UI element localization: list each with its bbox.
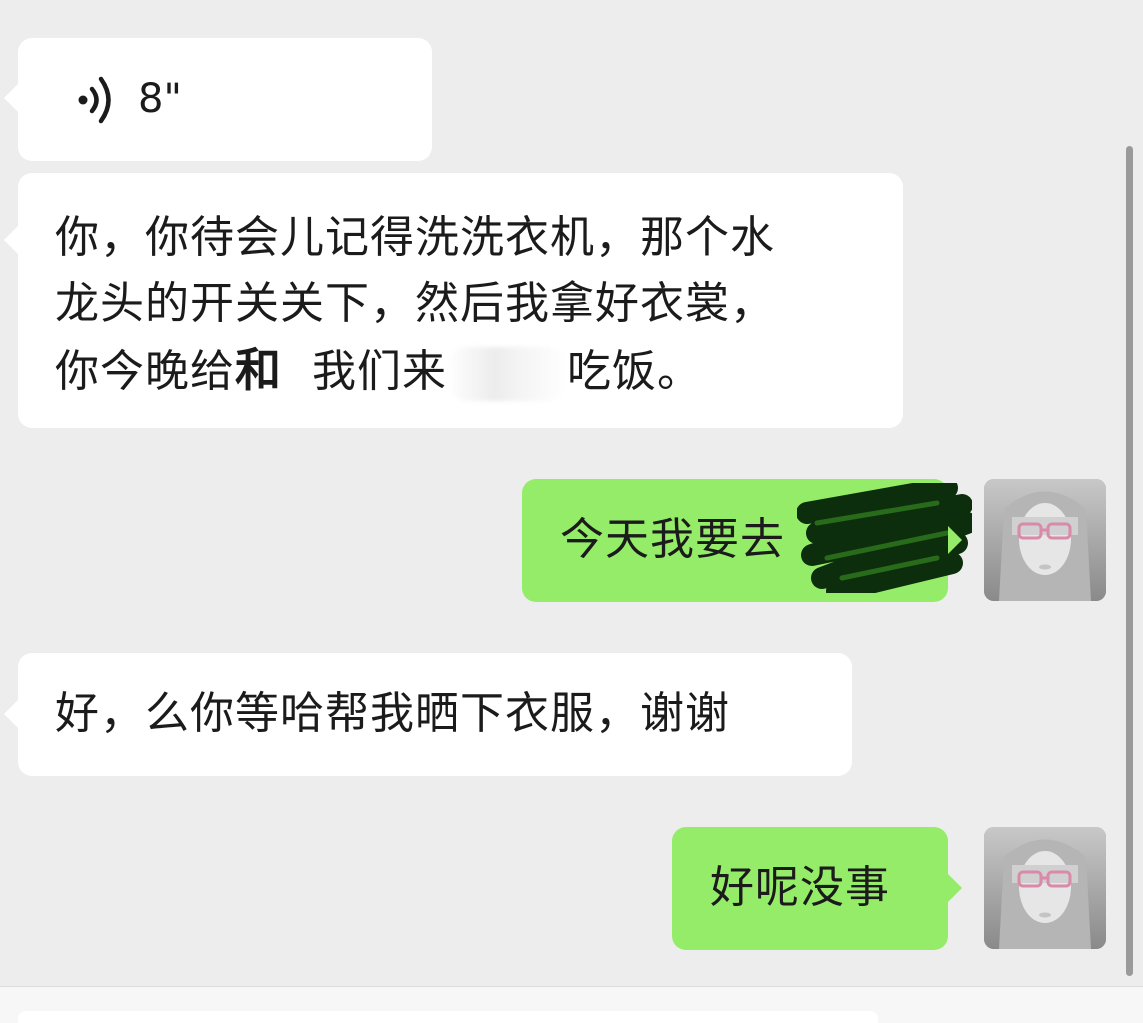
message-bubble-outgoing[interactable]: 好呢没事 xyxy=(672,827,948,950)
message-text: 我们来 xyxy=(311,346,447,397)
user-avatar[interactable] xyxy=(984,479,1106,601)
bubble-tail xyxy=(948,526,962,554)
input-bar xyxy=(0,986,1143,1023)
bubble-tail xyxy=(4,226,18,254)
message-text-line: 你，你待会儿记得洗洗衣机，那个水 xyxy=(55,212,775,263)
message-text-line: 你今晚给和 我们来 吃饭。 xyxy=(55,337,867,405)
voice-message-bubble[interactable]: 8" xyxy=(18,38,432,161)
scrollbar[interactable] xyxy=(1126,146,1133,976)
message-text: 好，么你等哈帮我晒下衣服，谢谢 xyxy=(55,688,730,739)
bubble-tail xyxy=(4,84,18,112)
bubble-tail xyxy=(4,700,18,728)
message-text: 你今晚给 xyxy=(55,346,235,397)
voice-duration: 8" xyxy=(138,76,182,122)
voice-wave-icon xyxy=(78,76,111,124)
message-text: 好呢没事 xyxy=(710,862,890,913)
message-text: 今天我要去 xyxy=(560,514,785,565)
redaction-scribble xyxy=(797,483,972,593)
message-text: 吃饭。 xyxy=(566,346,702,397)
avatar-image xyxy=(984,479,1106,601)
chat-window: 8" 你，你待会儿记得洗洗衣机，那个水 龙头的开关关下，然后我拿好衣裳， 你今晚… xyxy=(0,0,1143,1023)
user-avatar[interactable] xyxy=(984,827,1106,949)
message-text-bold: 和 xyxy=(235,343,282,397)
avatar-image xyxy=(984,827,1106,949)
message-text-line: 龙头的开关关下，然后我拿好衣裳， xyxy=(55,278,775,329)
redaction-smudge xyxy=(446,347,567,401)
message-input[interactable] xyxy=(18,1011,878,1023)
message-bubble-outgoing[interactable]: 今天我要去 xyxy=(522,479,972,602)
message-bubble[interactable]: 你，你待会儿记得洗洗衣机，那个水 龙头的开关关下，然后我拿好衣裳， 你今晚给和 … xyxy=(18,173,903,428)
bubble-tail xyxy=(948,874,962,902)
message-bubble[interactable]: 好，么你等哈帮我晒下衣服，谢谢 xyxy=(18,653,852,776)
